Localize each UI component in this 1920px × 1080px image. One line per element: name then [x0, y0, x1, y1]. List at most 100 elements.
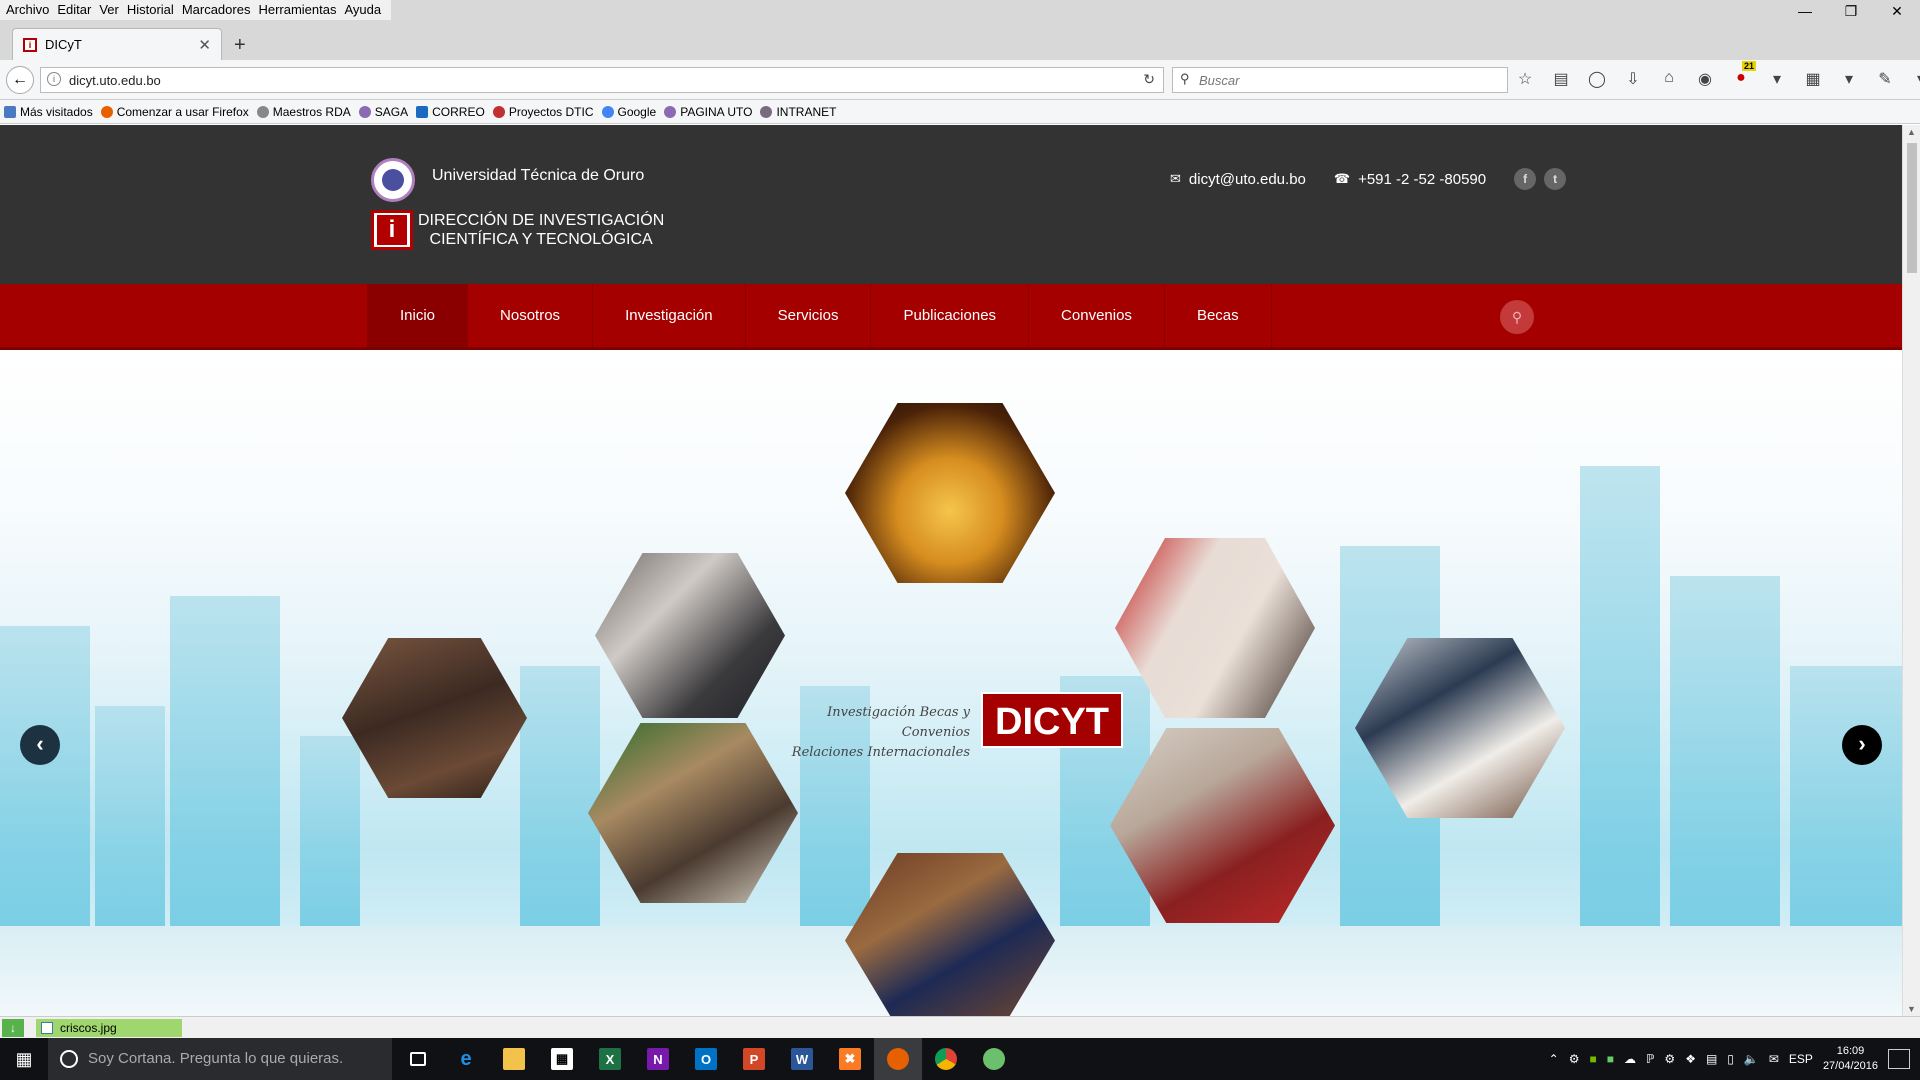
- firefox-taskbar-icon[interactable]: [874, 1038, 922, 1080]
- task-view-icon[interactable]: [394, 1038, 442, 1080]
- university-seal-logo[interactable]: [371, 158, 415, 202]
- globe-app-icon[interactable]: [970, 1038, 1018, 1080]
- scrollbar-thumb[interactable]: [1907, 143, 1917, 273]
- page-scrollbar[interactable]: ▲ ▼: [1902, 125, 1920, 1016]
- xampp-icon[interactable]: ✖: [826, 1038, 874, 1080]
- nav-item-convenios[interactable]: Convenios: [1028, 284, 1164, 347]
- slider-next-button[interactable]: ›: [1842, 725, 1882, 765]
- edge-icon[interactable]: e: [442, 1038, 490, 1080]
- download-arrow-icon[interactable]: ↓: [2, 1019, 24, 1037]
- menu-ver[interactable]: Ver: [97, 0, 125, 20]
- dicyt-logo[interactable]: [371, 210, 413, 250]
- close-window-icon[interactable]: ✕: [1874, 0, 1920, 22]
- powerpoint-icon[interactable]: P: [730, 1038, 778, 1080]
- menu-herramientas[interactable]: Herramientas: [256, 0, 342, 20]
- nav-item-inicio[interactable]: Inicio: [367, 284, 468, 347]
- battery-icon[interactable]: ▯: [1727, 1052, 1734, 1066]
- pocket-icon[interactable]: ◯: [1586, 69, 1608, 89]
- dropdown-icon-2[interactable]: ▾: [1838, 69, 1860, 89]
- chrome-icon[interactable]: [922, 1038, 970, 1080]
- department-name[interactable]: DIRECCIÓN DE INVESTIGACIÓN CIENTÍFICA Y …: [418, 211, 664, 249]
- menu-historial[interactable]: Historial: [125, 0, 180, 20]
- reading-list-icon[interactable]: ▤: [1550, 69, 1572, 89]
- new-tab-icon[interactable]: +: [234, 34, 246, 57]
- bookmark-correo[interactable]: CORREO: [416, 105, 485, 119]
- network-icon[interactable]: ▤: [1706, 1052, 1717, 1066]
- word-icon[interactable]: W: [778, 1038, 826, 1080]
- outlook-icon[interactable]: O: [682, 1038, 730, 1080]
- message-icon[interactable]: ✉: [1769, 1052, 1779, 1066]
- reload-icon[interactable]: ↻: [1143, 71, 1155, 88]
- settings-icon[interactable]: ⚙: [1664, 1052, 1675, 1066]
- contact-email[interactable]: dicyt@uto.edu.bo: [1189, 171, 1306, 188]
- tagline-line-1: Investigación Becas y Convenios: [827, 705, 970, 740]
- department-line-1: DIRECCIÓN DE INVESTIGACIÓN: [418, 212, 665, 229]
- bookmark-maestros-rda[interactable]: Maestros RDA: [256, 105, 351, 119]
- restore-icon[interactable]: ❐: [1828, 0, 1874, 22]
- hero-slider: Investigación Becas y Convenios Relacion…: [0, 353, 1902, 1016]
- notification-center-icon[interactable]: [1888, 1049, 1910, 1069]
- minimize-icon[interactable]: —: [1782, 0, 1828, 22]
- excel-icon[interactable]: X: [586, 1038, 634, 1080]
- bluetooth-icon[interactable]: ℙ: [1646, 1052, 1654, 1066]
- dropdown-icon-3[interactable]: ▾: [1910, 69, 1920, 89]
- back-icon[interactable]: ←: [6, 66, 34, 94]
- bookmark-google[interactable]: Google: [601, 105, 656, 119]
- clock[interactable]: 16:09 27/04/2016: [1823, 1044, 1878, 1074]
- nav-item-publicaciones[interactable]: Publicaciones: [870, 284, 1028, 347]
- bookmark-pagina-uto[interactable]: PAGINA UTO: [664, 105, 752, 119]
- language-indicator[interactable]: ESP: [1789, 1052, 1813, 1066]
- hex-photo-group-night: [845, 403, 1055, 583]
- url-bar[interactable]: i dicyt.uto.edu.bo ↻: [40, 67, 1164, 93]
- site-header: Universidad Técnica de Oruro DIRECCIÓN D…: [0, 125, 1902, 284]
- home-icon[interactable]: ⌂: [1658, 69, 1680, 89]
- bookmark-saga[interactable]: SAGA: [358, 105, 408, 119]
- contact-info: ✉ dicyt@uto.edu.bo ☎ +591 -2 -52 -80590 …: [1170, 168, 1567, 190]
- bookmark-mas-visitados[interactable]: Más visitados: [4, 105, 93, 119]
- nav-item-nosotros[interactable]: Nosotros: [467, 284, 592, 347]
- bookmark-intranet[interactable]: INTRANET: [760, 105, 836, 119]
- addon-icon[interactable]: ✎: [1874, 69, 1896, 89]
- nav-item-investigacion[interactable]: Investigación: [592, 284, 745, 347]
- site-search-icon[interactable]: ⚲: [1500, 300, 1534, 334]
- nav-item-servicios[interactable]: Servicios: [744, 284, 871, 347]
- tray-expand-icon[interactable]: ⌃: [1549, 1052, 1559, 1066]
- university-name[interactable]: Universidad Técnica de Oruro: [432, 167, 644, 185]
- download-item[interactable]: criscos.jpg: [36, 1019, 182, 1037]
- facebook-icon[interactable]: f: [1514, 168, 1537, 190]
- nav-item-becas[interactable]: Becas: [1163, 284, 1272, 347]
- usb-icon[interactable]: ⚙: [1569, 1052, 1580, 1066]
- store-icon[interactable]: ▦: [538, 1038, 586, 1080]
- nvidia-icon[interactable]: ■: [1590, 1052, 1597, 1066]
- tab-dicyt[interactable]: i DICyT ✕: [12, 28, 222, 60]
- bookmark-proyectos-dtic[interactable]: Proyectos DTIC: [492, 105, 594, 119]
- menu-archivo[interactable]: Archivo: [4, 0, 55, 20]
- download-icon[interactable]: ⇩: [1622, 69, 1644, 89]
- menu-marcadores[interactable]: Marcadores: [180, 0, 257, 20]
- cortana-search-input[interactable]: Soy Cortana. Pregunta lo que quieras.: [48, 1038, 392, 1080]
- nav-items: Inicio Nosotros Investigación Servicios …: [367, 284, 1272, 347]
- info-icon[interactable]: i: [47, 72, 61, 86]
- hero-tagline: Investigación Becas y Convenios Relacion…: [770, 703, 970, 763]
- clipboard-icon[interactable]: ▦: [1802, 69, 1824, 89]
- menu-ayuda[interactable]: Ayuda: [342, 0, 387, 20]
- battery-app-icon[interactable]: ■: [1607, 1052, 1614, 1066]
- chat-icon[interactable]: ◉: [1694, 69, 1716, 89]
- bookmark-star-icon[interactable]: ☆: [1514, 69, 1536, 89]
- scroll-up-icon[interactable]: ▲: [1907, 127, 1916, 137]
- bookmark-firefox[interactable]: Comenzar a usar Firefox: [100, 105, 249, 119]
- slider-prev-button[interactable]: ‹: [20, 725, 60, 765]
- close-tab-icon[interactable]: ✕: [198, 36, 211, 54]
- onedrive-icon[interactable]: ☁: [1624, 1052, 1636, 1066]
- extension-badge-icon[interactable]: ● 21: [1730, 61, 1757, 89]
- scroll-down-icon[interactable]: ▼: [1907, 1004, 1916, 1014]
- file-explorer-icon[interactable]: [490, 1038, 538, 1080]
- search-input[interactable]: ⚲ Buscar: [1172, 67, 1508, 93]
- menu-editar[interactable]: Editar: [55, 0, 97, 20]
- windows-start-icon[interactable]: ▦: [0, 1038, 48, 1080]
- dropbox-icon[interactable]: ❖: [1685, 1052, 1696, 1066]
- onenote-icon[interactable]: N: [634, 1038, 682, 1080]
- volume-icon[interactable]: 🔈: [1744, 1052, 1759, 1066]
- twitter-icon[interactable]: t: [1544, 168, 1567, 190]
- dropdown-icon[interactable]: ▾: [1766, 69, 1788, 89]
